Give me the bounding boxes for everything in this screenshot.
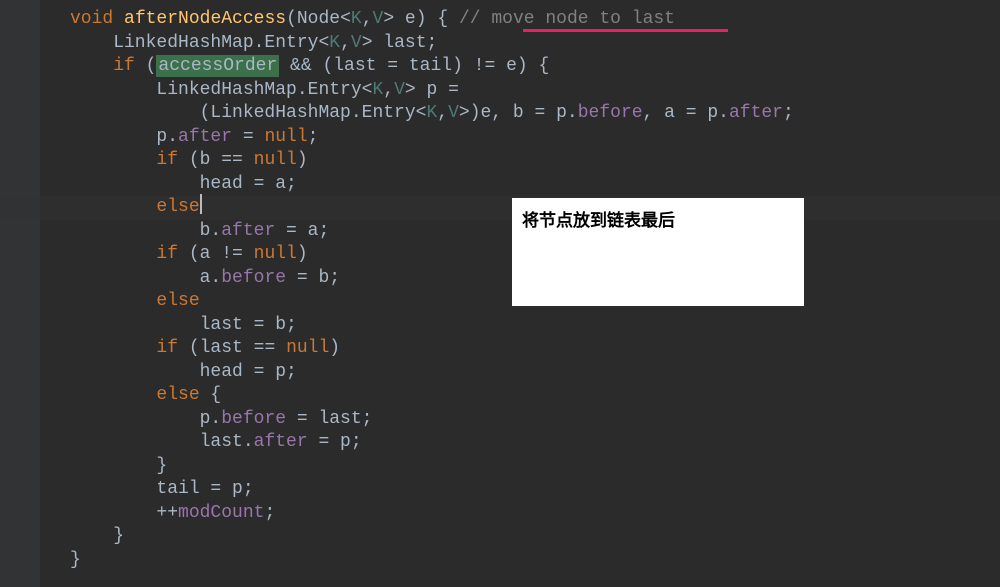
text: ; — [308, 127, 319, 147]
keyword: if — [70, 338, 178, 358]
method-name: afterNodeAccess — [124, 9, 286, 29]
generic-type: K — [351, 9, 362, 29]
field: modCount — [178, 503, 264, 523]
text: p. — [70, 127, 178, 147]
tooltip-popup: 将节点放到链表最后 — [512, 198, 804, 306]
keyword: void — [70, 9, 113, 29]
field: after — [254, 432, 308, 452]
generic-type: V — [373, 9, 384, 29]
keyword: null — [286, 338, 329, 358]
keyword: if — [70, 56, 135, 76]
text: (LinkedHashMap.Entry< — [70, 103, 426, 123]
code-line: LinkedHashMap.Entry<K,V> last; — [70, 32, 1000, 56]
code-line: tail = p; — [70, 478, 1000, 502]
text: > p = — [405, 80, 459, 100]
keyword: null — [254, 150, 297, 170]
text: , — [340, 33, 351, 53]
text: head = a; — [70, 174, 297, 194]
keyword: else — [70, 291, 200, 311]
generic-type: K — [372, 80, 383, 100]
text: , — [437, 103, 448, 123]
text: = a; — [275, 221, 329, 241]
keyword: else — [70, 385, 200, 405]
comment: // move node to last — [459, 9, 675, 29]
generic-type: K — [329, 33, 340, 53]
generic-type: V — [394, 80, 405, 100]
tooltip-text: 将节点放到链表最后 — [522, 211, 675, 230]
code-line: p.after = null; — [70, 126, 1000, 150]
field: before — [221, 409, 286, 429]
generic-type: V — [448, 103, 459, 123]
text: ) — [297, 150, 308, 170]
text: ; — [783, 103, 794, 123]
text: , — [383, 80, 394, 100]
text: LinkedHashMap.Entry< — [70, 33, 329, 53]
keyword: null — [264, 127, 307, 147]
code-line: (LinkedHashMap.Entry<K,V>)e, b = p.befor… — [70, 102, 1000, 126]
code-line: } — [70, 455, 1000, 479]
text: } — [70, 526, 124, 546]
text: last = b; — [70, 315, 297, 335]
text: >)e, b = p. — [459, 103, 578, 123]
code-line: head = p; — [70, 361, 1000, 385]
keyword: else — [70, 197, 200, 217]
field: before — [221, 268, 286, 288]
text: = b; — [286, 268, 340, 288]
text: = — [232, 127, 264, 147]
text: ) — [297, 244, 308, 264]
field: after — [221, 221, 275, 241]
text: (b == — [178, 150, 254, 170]
text: } — [70, 456, 167, 476]
text: ; — [264, 503, 275, 523]
code-editor[interactable]: void afterNodeAccess(Node<K,V> e) { // m… — [0, 0, 1000, 580]
generic-type: K — [426, 103, 437, 123]
text: { — [200, 385, 222, 405]
text: } — [70, 550, 81, 570]
text: > e) { — [383, 9, 459, 29]
text: (Node< — [286, 9, 351, 29]
code-line: last.after = p; — [70, 431, 1000, 455]
text: = p; — [308, 432, 362, 452]
text: tail = p; — [70, 479, 254, 499]
text: , — [362, 9, 373, 29]
text: (last == — [178, 338, 286, 358]
code-line: if (accessOrder && (last = tail) != e) { — [70, 55, 1000, 79]
text: ( — [135, 56, 157, 76]
code-line: last = b; — [70, 314, 1000, 338]
code-line: void afterNodeAccess(Node<K,V> e) { // m… — [70, 8, 1000, 32]
text: p. — [70, 409, 221, 429]
code-line: if (b == null) — [70, 149, 1000, 173]
code-line: } — [70, 525, 1000, 549]
text: , a = p. — [643, 103, 729, 123]
keyword: if — [70, 150, 178, 170]
code-line: } — [70, 549, 1000, 573]
highlighted-identifier: accessOrder — [156, 55, 279, 77]
text: = last; — [286, 409, 372, 429]
text: (a != — [178, 244, 254, 264]
code-line: p.before = last; — [70, 408, 1000, 432]
text: ++ — [70, 503, 178, 523]
field: after — [178, 127, 232, 147]
field: before — [578, 103, 643, 123]
code-line: head = a; — [70, 173, 1000, 197]
code-line: else { — [70, 384, 1000, 408]
text: a. — [70, 268, 221, 288]
text-caret — [200, 194, 202, 214]
code-line: ++modCount; — [70, 502, 1000, 526]
text: > last; — [362, 33, 438, 53]
code-line: if (last == null) — [70, 337, 1000, 361]
field: after — [729, 103, 783, 123]
keyword: if — [70, 244, 178, 264]
keyword: null — [254, 244, 297, 264]
generic-type: V — [351, 33, 362, 53]
code-line: LinkedHashMap.Entry<K,V> p = — [70, 79, 1000, 103]
text: head = p; — [70, 362, 297, 382]
text: ) — [329, 338, 340, 358]
text: && (last = tail) != e) { — [279, 56, 549, 76]
text: LinkedHashMap.Entry< — [70, 80, 372, 100]
text: b. — [70, 221, 221, 241]
text: last. — [70, 432, 254, 452]
